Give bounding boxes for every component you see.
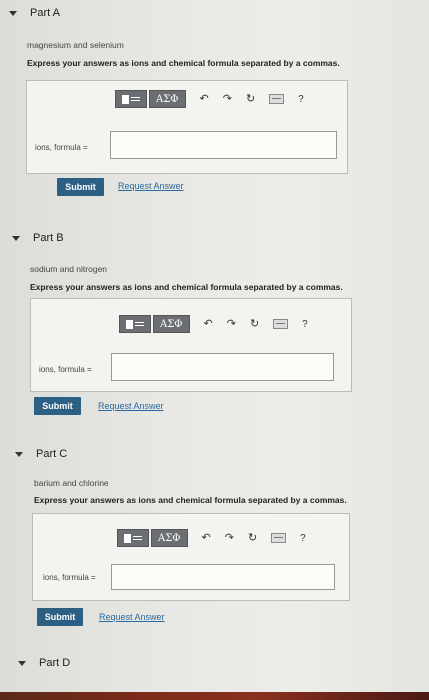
undo-icon[interactable]: ↶ [204,315,213,333]
part-c-prompt: barium and chlorine [34,478,109,488]
part-b-title: Part B [33,232,64,244]
part-c-answer-label: ions, formula = [43,573,96,582]
part-d-header[interactable]: Part D [18,657,70,669]
reset-icon[interactable]: ↻ [248,529,257,547]
templates-icon[interactable] [117,529,149,547]
part-b-answer-input[interactable] [111,353,334,381]
part-a-instruction: Express your answers as ions and chemica… [27,58,340,68]
help-icon[interactable]: ? [302,319,308,330]
part-a-prompt: magnesium and selenium [27,40,124,50]
part-a-math-toolbar: ΑΣΦ ↶ ↷ ↻ ? [115,90,304,108]
part-a-answer-input[interactable] [110,131,337,159]
redo-icon[interactable]: ↷ [223,90,232,108]
templates-icon[interactable] [115,90,147,108]
collapse-caret-icon[interactable] [12,235,20,241]
part-a-request-answer-link[interactable]: Request Answer [118,181,184,191]
redo-icon[interactable]: ↷ [227,315,236,333]
part-d-title: Part D [39,657,71,669]
part-c-request-answer-link[interactable]: Request Answer [99,612,165,622]
keyboard-icon[interactable] [271,533,287,543]
part-c-answer-box: ΑΣΦ ↶ ↷ ↻ ? ions, formula = [32,513,350,601]
part-a-answer-box: ΑΣΦ ↶ ↷ ↻ ? ions, formula = [26,80,348,174]
part-c-title: Part C [36,448,68,460]
templates-icon[interactable] [119,315,151,333]
keyboard-icon[interactable] [269,94,285,104]
part-b-request-answer-link[interactable]: Request Answer [98,401,164,411]
part-b-answer-label: ions, formula = [39,365,92,374]
part-c-submit-button[interactable]: Submit [37,608,83,626]
part-b-submit-button[interactable]: Submit [34,397,81,415]
part-c-answer-input[interactable] [111,564,335,590]
part-a-header[interactable]: Part A [9,7,60,19]
greek-symbols-button[interactable]: ΑΣΦ [149,90,186,108]
redo-icon[interactable]: ↷ [225,529,234,547]
undo-icon[interactable]: ↶ [202,529,211,547]
part-a-title: Part A [30,7,60,19]
reset-icon[interactable]: ↻ [246,90,255,108]
part-a-answer-label: ions, formula = [35,143,88,152]
part-b-instruction: Express your answers as ions and chemica… [30,282,343,292]
help-icon[interactable]: ? [300,533,306,544]
undo-icon[interactable]: ↶ [200,90,209,108]
greek-symbols-button[interactable]: ΑΣΦ [153,315,190,333]
bottom-edge-strip [0,692,429,700]
collapse-caret-icon[interactable] [18,660,26,666]
part-a-submit-button[interactable]: Submit [57,178,104,196]
part-c-math-toolbar: ΑΣΦ ↶ ↷ ↻ ? [117,529,306,547]
collapse-caret-icon[interactable] [9,10,17,16]
part-b-prompt: sodium and nitrogen [30,264,108,274]
help-icon[interactable]: ? [298,94,304,105]
part-b-math-toolbar: ΑΣΦ ↶ ↷ ↻ ? [119,315,308,333]
greek-symbols-button[interactable]: ΑΣΦ [151,529,188,547]
part-b-header[interactable]: Part B [12,232,64,244]
collapse-caret-icon[interactable] [15,451,23,457]
part-c-header[interactable]: Part C [15,448,67,460]
keyboard-icon[interactable] [273,319,289,329]
part-b-answer-box: ΑΣΦ ↶ ↷ ↻ ? ions, formula = [30,298,352,392]
reset-icon[interactable]: ↻ [250,315,259,333]
part-c-instruction: Express your answers as ions and chemica… [34,495,347,505]
